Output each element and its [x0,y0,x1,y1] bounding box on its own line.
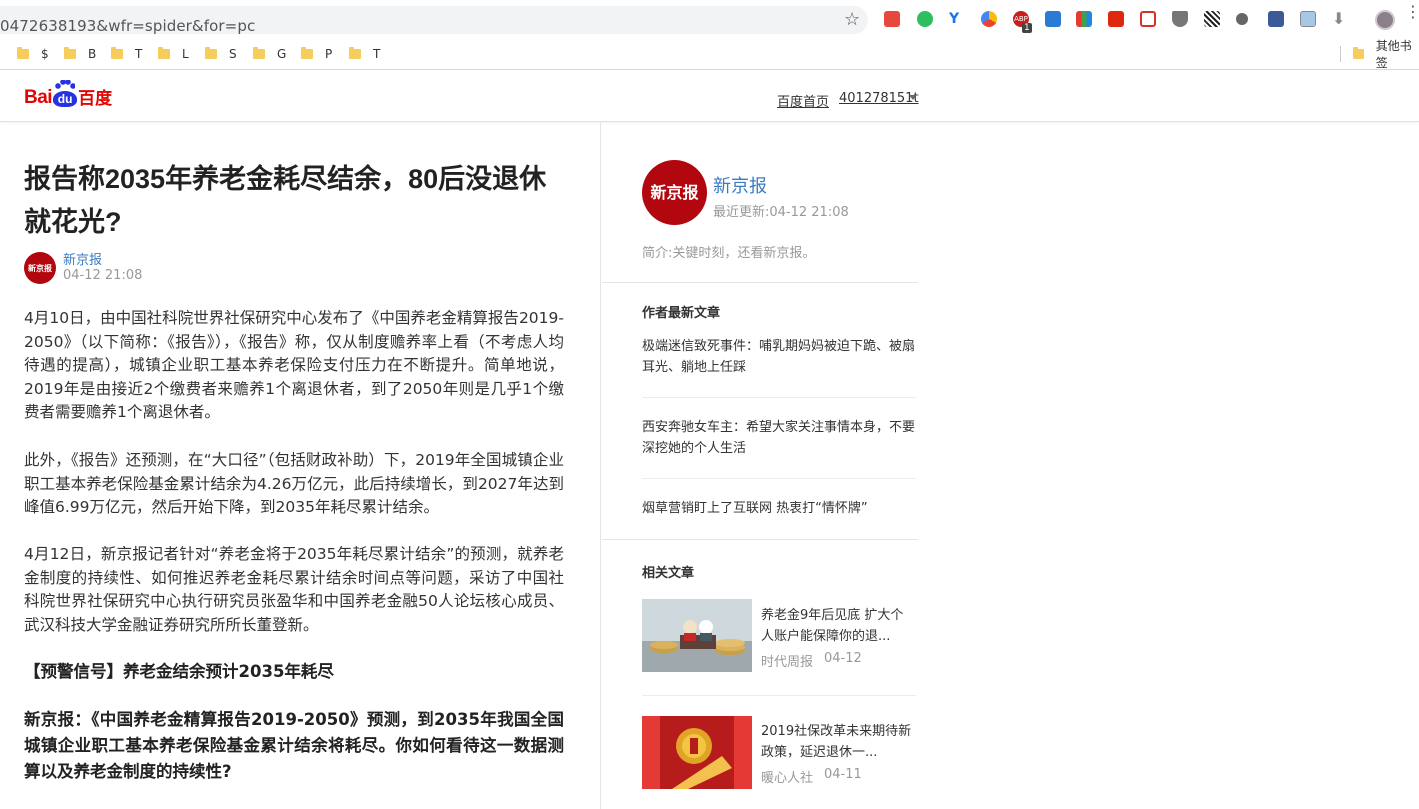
browser-toolbar: 0472638193&wfr=spider&for=pc ☆ Y ABP 1 ⬇… [0,0,1419,38]
bookmark-folder[interactable]: $ [17,46,49,62]
related-article-title[interactable]: 养老金9年后见底 扩大个人账户能保障你的退... [761,605,916,647]
latest-article-link[interactable]: 极端迷信致死事件：哺乳期妈妈被迫下跪、被扇耳光、躺地上任踩 [642,336,916,378]
bookmark-folder[interactable]: P [301,46,332,62]
divider [602,539,918,540]
latest-article-link[interactable]: 西安奔驰女车主：希望大家关注事情本身，不要深挖她的个人生活 [642,417,916,459]
chevron-down-icon[interactable] [909,95,917,100]
folder-icon [158,47,170,59]
bookmark-folder[interactable]: T [111,46,142,62]
site-header: Bai du 百度 百度首页 401278151t [0,71,1419,122]
bookmark-folder[interactable]: T [349,46,380,62]
divider [642,478,916,479]
sidebar-intro: 简介:关键时刻，还看新京报。 [642,246,816,261]
sidebar-last-update: 最近更新:04-12 21:08 [713,205,849,220]
save-icon[interactable] [1268,11,1284,27]
bookmark-folder[interactable]: B [64,46,96,62]
folder-icon [205,47,217,59]
extension-red-doc-icon[interactable] [884,11,900,27]
color-grid-icon[interactable] [1076,11,1092,27]
user-menu-link[interactable]: 401278151t [839,91,919,106]
bookmark-star-icon[interactable]: ☆ [844,9,860,30]
related-articles-heading: 相关文章 [642,566,695,581]
image-icon[interactable] [1300,11,1316,27]
chart-extension-icon[interactable] [981,11,997,27]
sidebar-author-avatar[interactable]: 新京报 [642,160,707,225]
profile-avatar[interactable] [1375,10,1395,30]
folder-icon [64,47,76,59]
related-article-source: 暖心人社 [761,771,814,786]
divider [642,695,916,696]
shield-icon[interactable] [1172,11,1188,27]
y-extension-icon[interactable]: Y [949,11,965,27]
related-article-date: 04-11 [824,767,862,782]
divider [642,397,916,398]
other-bookmarks-folder[interactable]: 其他书签 [1353,39,1419,70]
sidebar: 新京报 新京报 最近更新:04-12 21:08 简介:关键时刻，还看新京报。 … [602,122,918,809]
bookmarks-bar: $ B T L S G P T 其他书签 [0,38,1419,70]
bookmark-folder[interactable]: G [253,46,286,62]
article-column: 报告称2035年养老金耗尽结余，80后没退休就花光? 新京报 新京报 04-12… [0,122,601,809]
address-bar[interactable]: 0472638193&wfr=spider&for=pc [0,6,868,35]
download-icon[interactable]: ⬇ [1332,11,1348,27]
bookmark-folder[interactable]: L [158,46,189,62]
folder-icon [253,47,265,59]
article-paragraph: 此外，《报告》还预测，在“大口径”（包括财政补助）下，2019年全国城镇企业职工… [24,451,564,516]
article-subheading: 【预警信号】养老金结余预计2035年耗尽 [24,662,334,681]
publish-time: 04-12 21:08 [63,268,143,283]
bookmarks-separator [1340,46,1341,62]
latest-articles-heading: 作者最新文章 [642,306,721,321]
bulb-icon[interactable] [1236,13,1248,25]
related-article-source: 时代周报 [761,655,814,670]
related-article-thumbnail[interactable] [642,716,752,789]
article-title: 报告称2035年养老金耗尽结余，80后没退休就花光? [24,164,547,237]
baidu-home-link[interactable]: 百度首页 [777,91,829,110]
folder-icon [349,47,361,59]
paw-logo-icon: du [53,80,78,107]
menu-dots-icon[interactable]: ⋮ [1405,4,1419,20]
evernote-icon[interactable] [917,11,933,27]
author-name-link[interactable]: 新京报 [63,249,102,268]
china-flag-icon[interactable] [1108,11,1124,27]
article-paragraph: 4月12日，新京报记者针对“养老金将于2035年耗尽累计结余”的预测，就养老金制… [24,545,564,634]
qr-code-icon[interactable] [1204,11,1220,27]
article-question: 新京报：《中国养老金精算报告2019-2050》预测，到2035年我国全国城镇企… [24,710,564,781]
related-article-title[interactable]: 2019社保改革未来期待新政策，延迟退休一... [761,721,916,763]
folder-icon [1353,47,1364,59]
related-article-thumbnail[interactable] [642,599,752,672]
adblock-badge: 1 [1022,23,1032,33]
folder-icon [301,47,313,59]
article-paragraph: 4月10日，由中国社科院世界社保研究中心发布了《中国养老金精算报告2019-20… [24,309,564,421]
author-avatar[interactable]: 新京报 [24,252,56,284]
gmail-icon[interactable] [1140,11,1156,27]
latest-article-link[interactable]: 烟草营销盯上了互联网 热衷打“情怀牌” [642,498,916,519]
bookmark-folder[interactable]: S [205,46,237,62]
folder-icon [111,47,123,59]
url-text[interactable]: 0472638193&wfr=spider&for=pc [0,17,255,35]
divider [602,282,918,283]
related-article-date: 04-12 [824,651,862,666]
baidu-logo[interactable]: Bai du 百度 [24,80,112,109]
translate-extension-icon[interactable] [1045,11,1061,27]
sidebar-author-name[interactable]: 新京报 [713,172,767,198]
folder-icon [17,47,29,59]
